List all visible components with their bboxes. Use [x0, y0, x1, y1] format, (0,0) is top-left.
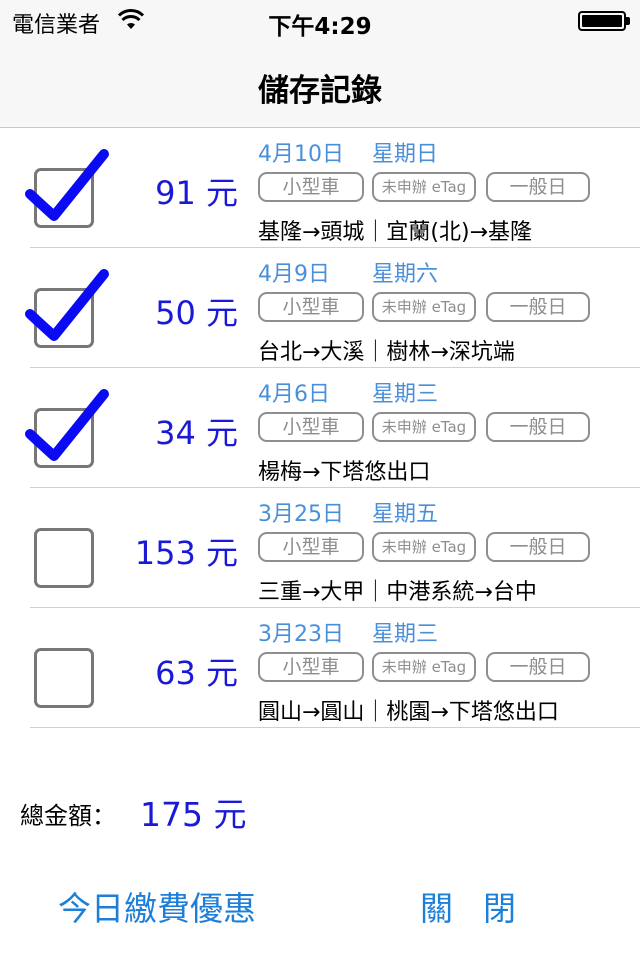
record-amount: 91 元	[155, 174, 238, 212]
day-type-tag: 一般日	[486, 412, 590, 442]
record-date: 4月6日	[258, 382, 330, 407]
day-type-tag: 一般日	[486, 532, 590, 562]
record-row[interactable]: 153 元 3月25日 星期五 小型車 未申辦 eTag 一般日三重→大甲｜中港系統→台中	[0, 488, 640, 608]
record-route: 台北→大溪｜樹林→深坑端	[258, 340, 515, 365]
record-route: 基隆→頭城｜宜蘭(北)→基隆	[258, 220, 533, 245]
day-type-tag: 一般日	[486, 172, 590, 202]
record-date: 3月25日	[258, 502, 344, 527]
record-route: 三重→大甲｜中港系統→台中	[258, 580, 537, 605]
record-route: 圓山→圓山｜桃園→下塔悠出口	[258, 700, 559, 725]
status-time: 下午4:29	[268, 14, 372, 40]
record-date: 3月23日	[258, 622, 344, 647]
record-weekday: 星期三	[372, 622, 439, 647]
etag-status-tag: 未申辦 eTag	[372, 652, 476, 682]
etag-status-tag: 未申辦 eTag	[372, 532, 476, 562]
checkmark-icon	[25, 149, 109, 221]
record-row[interactable]: 91 元 4月10日 星期日 小型車 未申辦 eTag 一般日基隆→頭城｜宜蘭(北)→基隆	[0, 128, 640, 248]
record-row[interactable]: 34 元 4月6日 星期三 小型車 未申辦 eTag 一般日楊梅→下塔悠出口	[0, 368, 640, 488]
record-row[interactable]: 63 元 3月23日 星期三 小型車 未申辦 eTag 一般日圓山→圓山｜桃園→下塔悠出口	[0, 608, 640, 728]
record-weekday: 星期日	[372, 142, 439, 167]
record-date: 4月10日	[258, 142, 344, 167]
record-row[interactable]: 50 元 4月9日 星期六 小型車 未申辦 eTag 一般日台北→大溪｜樹林→深坑端	[0, 248, 640, 368]
navigation-bar: 儲存記錄	[0, 40, 640, 128]
total-label: 總金額：	[20, 802, 116, 830]
etag-status-tag: 未申辦 eTag	[372, 292, 476, 322]
record-amount: 34 元	[155, 414, 238, 452]
day-type-tag: 一般日	[486, 292, 590, 322]
record-route: 楊梅→下塔悠出口	[258, 460, 431, 485]
record-weekday: 星期五	[372, 502, 439, 527]
page-title: 儲存記錄	[258, 73, 382, 109]
record-weekday: 星期三	[372, 382, 439, 407]
vehicle-type-tag: 小型車	[258, 652, 364, 682]
day-type-tag: 一般日	[486, 652, 590, 682]
row-divider	[30, 727, 640, 728]
record-checkbox[interactable]	[34, 528, 94, 588]
vehicle-type-tag: 小型車	[258, 412, 364, 442]
checkmark-icon	[25, 269, 109, 341]
record-weekday: 星期六	[372, 262, 439, 287]
checkmark-icon	[25, 389, 109, 461]
todays-discount-button[interactable]: 今日繳費優惠	[58, 882, 256, 930]
record-amount: 50 元	[155, 294, 238, 332]
record-checkbox[interactable]	[34, 648, 94, 708]
etag-status-tag: 未申辦 eTag	[372, 172, 476, 202]
vehicle-type-tag: 小型車	[258, 172, 364, 202]
status-bar: 電信業者 下午4:29	[0, 0, 640, 40]
battery-tip	[626, 17, 630, 25]
record-amount: 153 元	[134, 534, 238, 572]
record-date: 4月9日	[258, 262, 330, 287]
total-amount: 175 元	[140, 795, 247, 834]
etag-status-tag: 未申辦 eTag	[372, 412, 476, 442]
vehicle-type-tag: 小型車	[258, 292, 364, 322]
close-button[interactable]: 關閉	[420, 882, 546, 930]
vehicle-type-tag: 小型車	[258, 532, 364, 562]
battery-icon	[578, 11, 626, 31]
record-amount: 63 元	[155, 654, 238, 692]
